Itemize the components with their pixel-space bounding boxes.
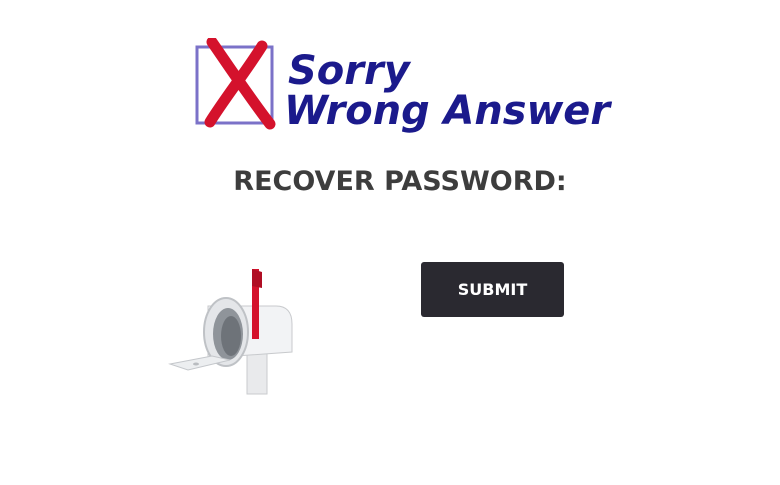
page-title: RECOVER PASSWORD:: [233, 166, 567, 197]
x-mark-icon: [195, 38, 276, 130]
submit-button[interactable]: SUBMIT: [421, 262, 564, 317]
sorry-wrong-answer-logo: Sorry Wrong Answer: [190, 38, 620, 138]
logo-line-2: Wrong Answer: [284, 88, 612, 134]
mailbox-icon: [168, 266, 298, 396]
